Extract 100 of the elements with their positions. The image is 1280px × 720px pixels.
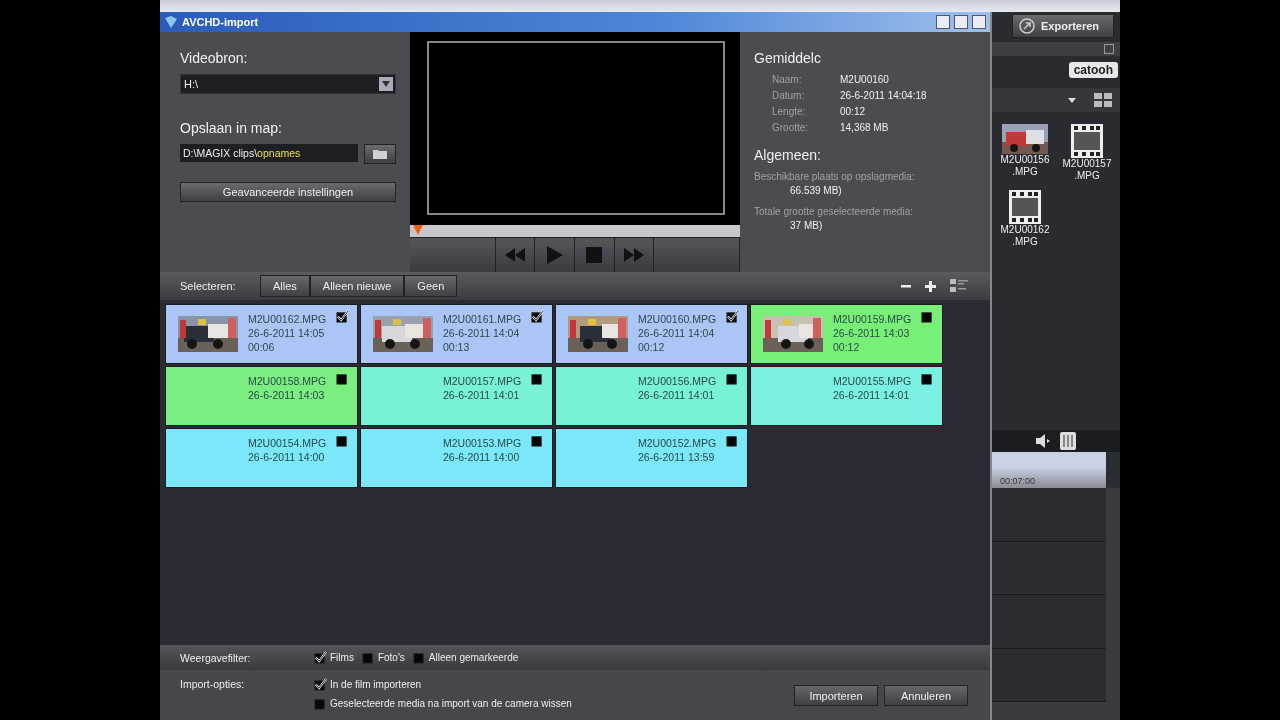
dropdown-arrow-icon [382,81,390,87]
clip-name: M2U00153.MPG [443,436,522,450]
checkbox[interactable] [921,310,934,323]
select-button[interactable]: Alleen nieuwe [309,275,405,297]
clip-tile[interactable]: M2U00154.MPG 26-6-2011 14:00 [165,428,358,488]
field-label: Opslaan in map: [180,120,283,136]
clip-date: 26-6-2011 14:03 [248,388,326,402]
media-name: M2U00157 .MPG [1062,158,1112,182]
checkbox-label: In de film importeren [330,679,422,690]
info-label: Beschikbare plaats op opslagmedia: [754,171,916,182]
info-value: 37 MB) [789,220,824,231]
grid-view-icon[interactable] [1094,93,1112,107]
rewind-button[interactable] [495,238,536,272]
section-heading: Algemeen: [754,147,822,163]
list-view-icon[interactable] [950,279,968,293]
clip-date: 26-6-2011 14:04 [443,326,521,340]
zoom-in-icon[interactable] [925,280,936,292]
export-button[interactable]: Exporteren [1012,14,1114,38]
info-label: Naam: [772,74,803,85]
checkbox[interactable] [726,372,739,385]
info-value: 14,368 MB [840,122,890,133]
rewind-icon [505,248,526,262]
info-value: 00:12 [840,106,867,117]
clip-tile[interactable]: M2U00162.MPG 26-6-2011 14:05 00:06 [165,304,358,364]
clip-name: M2U00152.MPG [638,436,717,450]
section-heading: Gemiddelc [754,50,822,66]
checkbox[interactable] [531,372,544,385]
play-icon [546,246,563,264]
folder-path-field[interactable]: D:\MAGIX clips\opnames [180,144,358,162]
info-label: Datum: [772,90,806,101]
arrow-circle-icon [1019,18,1035,34]
checkbox[interactable] [921,372,934,385]
checkbox[interactable] [336,434,349,447]
select-button[interactable]: Alles [260,275,310,297]
info-value: 26-6-2011 14:04:18 [840,90,928,101]
clip-name: M2U00160.MPG [638,312,717,326]
clip-duration: 00:06 [248,340,276,354]
speaker-icon[interactable] [1036,434,1052,448]
clip-tile[interactable]: M2U00158.MPG 26-6-2011 14:03 [165,366,358,426]
source-dropdown[interactable]: H:\ [180,74,396,94]
advanced-settings-button[interactable]: Geavanceerde instellingen [180,182,396,202]
mixer-icon[interactable] [1060,432,1076,450]
stop-icon [586,247,603,263]
clip-name: M2U00161.MPG [443,312,522,326]
window-title: AVCHD-import [182,16,260,28]
checkbox[interactable] [726,434,739,447]
checkbox[interactable] [314,697,327,710]
clip-duration: 00:13 [443,340,471,354]
clip-date: 26-6-2011 14:01 [638,388,716,402]
clip-tile[interactable]: M2U00161.MPG 26-6-2011 14:04 00:13 [360,304,553,364]
checkbox[interactable] [531,434,544,447]
clip-name: M2U00156.MPG [638,374,717,388]
media-name: M2U00162 .MPG [1000,224,1050,248]
clip-name: M2U00157.MPG [443,374,522,388]
checkbox[interactable] [361,651,375,664]
logo[interactable]: catooh [1068,62,1118,78]
info-value: M2U00160 [840,74,890,85]
dialog-button[interactable]: Annuleren [884,685,968,706]
clip-tile[interactable]: M2U00157.MPG 26-6-2011 14:01 [360,366,553,426]
select-label: Selecteren: [180,280,237,292]
info-label: Grootte: [772,122,810,133]
select-button[interactable]: Geen [404,275,458,297]
info-value: 66.539 MB) [789,185,843,196]
clip-name: M2U00158.MPG [248,374,327,388]
clip-name: M2U00162.MPG [248,312,327,326]
dropdown-arrow-icon[interactable] [1068,97,1076,103]
scrollbar[interactable] [1106,488,1120,702]
clip-tile[interactable]: M2U00159.MPG 26-6-2011 14:03 00:12 [750,304,943,364]
browse-folder-button[interactable] [364,144,396,164]
clip-name: M2U00155.MPG [833,374,912,388]
clip-date: 26-6-2011 13:59 [638,450,716,464]
checkbox[interactable] [314,651,327,664]
play-button[interactable] [535,238,575,272]
clip-tile[interactable]: M2U00160.MPG 26-6-2011 14:04 00:12 [555,304,748,364]
fast-forward-icon [623,248,644,262]
clip-tile[interactable]: M2U00153.MPG 26-6-2011 14:00 [360,428,553,488]
filter-label: Weergavefilter: [180,651,252,664]
checkbox[interactable] [726,310,739,323]
clip-tile[interactable]: M2U00155.MPG 26-6-2011 14:01 [750,366,943,426]
film-icon [1071,124,1103,158]
info-label: Totale grootte geselecteerde media: [754,206,914,217]
options-label: Import-opties: [180,678,246,692]
clip-date: 26-6-2011 14:00 [248,450,326,464]
app-icon [164,15,178,29]
dialog-button[interactable]: Importeren [794,685,878,706]
checkbox[interactable] [336,310,349,323]
stop-button[interactable] [575,238,615,272]
checkbox[interactable] [336,372,349,385]
film-icon [1009,190,1041,224]
field-label: Videobron: [180,50,249,66]
clip-tile[interactable]: M2U00152.MPG 26-6-2011 13:59 [555,428,748,488]
clip-tile[interactable]: M2U00156.MPG 26-6-2011 14:01 [555,366,748,426]
ruler-time: 00:07:00 [1000,476,1036,486]
maximize-icon[interactable] [1104,44,1114,54]
checkbox[interactable] [531,310,544,323]
clip-name: M2U00159.MPG [833,312,912,326]
fast-forward-button[interactable] [614,238,655,272]
checkbox[interactable] [314,678,327,691]
clip-duration: 00:12 [833,340,861,354]
checkbox[interactable] [412,651,426,664]
